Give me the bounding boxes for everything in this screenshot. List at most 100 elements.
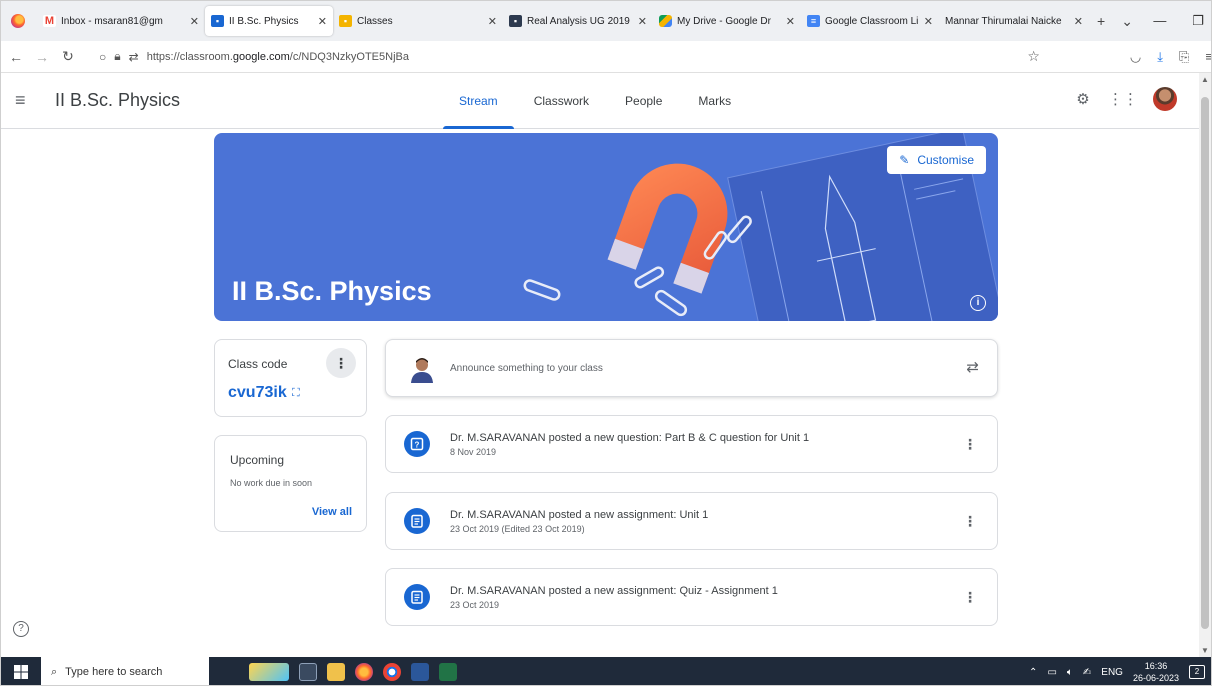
shield-icon: ○: [99, 49, 107, 64]
tab-stream[interactable]: Stream: [441, 73, 516, 129]
chrome-icon[interactable]: [383, 663, 401, 681]
language-indicator[interactable]: ENG: [1101, 667, 1123, 678]
main-menu-icon[interactable]: ≡: [15, 90, 35, 111]
gmail-icon: M: [43, 15, 56, 27]
account-avatar[interactable]: [1153, 87, 1177, 111]
help-icon[interactable]: ?: [13, 621, 29, 637]
stream-post[interactable]: Dr. M.SARAVANAN posted a new assignment:…: [385, 568, 998, 626]
url-prefix: https://classroom.: [146, 50, 233, 63]
close-tab-icon[interactable]: ✕: [638, 15, 647, 28]
class-code-card: Class code ⋮ cvu73ik ⛶: [214, 339, 367, 417]
system-tray: ⌃ ▭ 🔈︎ ✍︎ ENG 16:36 26-06-2023 2: [1029, 660, 1211, 684]
close-tab-icon[interactable]: ✕: [924, 15, 933, 28]
browser-tab-classroom-link[interactable]: ≡ Google Classroom Lin ✕: [801, 6, 939, 36]
browser-tab-strip: M Inbox - msaran81@gm ✕ ▪ II B.Sc. Physi…: [1, 1, 1211, 41]
settings-gear-icon[interactable]: ⚙: [1073, 89, 1093, 109]
docs-icon: ≡: [807, 15, 820, 27]
back-icon[interactable]: ←: [5, 49, 27, 65]
more-options-icon[interactable]: ⋮: [963, 513, 977, 530]
post-title: Dr. M.SARAVANAN posted a new question: P…: [450, 432, 810, 444]
windows-taskbar: ⌕ Type here to search ⌃ ▭ 🔈︎ ✍︎ ENG 16:3…: [1, 657, 1211, 685]
tray-chevron-icon[interactable]: ⌃: [1029, 667, 1037, 678]
announce-box[interactable]: Announce something to your class ⇄: [385, 339, 998, 397]
upcoming-title: Upcoming: [230, 453, 285, 467]
volume-icon[interactable]: 🔈︎: [1067, 667, 1073, 678]
stream-post[interactable]: ? Dr. M.SARAVANAN posted a new question:…: [385, 415, 998, 473]
tab-people[interactable]: People: [607, 73, 680, 129]
firefox-taskbar-icon[interactable]: [355, 663, 373, 681]
url-bar[interactable]: ○ 🔒︎ ⇄ https://classroom. google.com/c/ND…: [99, 45, 919, 69]
assignment-icon: [404, 508, 430, 534]
extensions-icon[interactable]: ⎘: [1179, 49, 1189, 65]
scroll-up-icon[interactable]: ▲: [1199, 75, 1211, 84]
stream-post[interactable]: Dr. M.SARAVANAN posted a new assignment:…: [385, 492, 998, 550]
classroom-icon: ▪: [509, 15, 522, 27]
pinned-app-icon[interactable]: [249, 663, 289, 681]
tab-marks[interactable]: Marks: [680, 73, 749, 129]
classroom-header: ≡ II B.Sc. Physics Stream Classwork Peop…: [1, 73, 1201, 129]
class-code-value: cvu73ik: [228, 384, 287, 401]
upcoming-card: Upcoming No work due in soon View all: [214, 435, 367, 532]
view-all-link[interactable]: View all: [312, 506, 352, 518]
info-icon[interactable]: i: [970, 295, 986, 311]
browser-tab-gmail[interactable]: M Inbox - msaran81@gm ✕: [37, 6, 205, 36]
tab-list-icon[interactable]: ⌄: [1121, 13, 1133, 30]
search-icon: ⌕: [51, 665, 58, 678]
app-menu-icon[interactable]: ≡: [1205, 49, 1211, 65]
file-explorer-icon[interactable]: [327, 663, 345, 681]
pen-icon[interactable]: ✍︎: [1083, 667, 1091, 678]
browser-tab-college[interactable]: Mannar Thirumalai Naicke ✕: [939, 6, 1089, 36]
browser-tab-real-analysis[interactable]: ▪ Real Analysis UG 2019 ✕: [503, 6, 653, 36]
page-scrollbar[interactable]: ▲ ▼: [1199, 73, 1211, 657]
close-tab-icon[interactable]: ✕: [190, 15, 199, 28]
windows-start-icon[interactable]: [1, 665, 41, 679]
upcoming-empty-text: No work due in soon: [230, 478, 313, 488]
browser-tab-drive[interactable]: My Drive - Google Dr ✕: [653, 6, 801, 36]
post-date: 23 Oct 2019: [450, 600, 500, 610]
scrollbar-thumb[interactable]: [1201, 97, 1209, 629]
classroom-icon: ▪: [339, 15, 352, 27]
apps-grid-icon[interactable]: ⋮⋮: [1108, 89, 1138, 109]
more-options-icon[interactable]: ⋮: [326, 348, 356, 378]
classroom-icon: ▪: [211, 15, 224, 27]
bookmark-star-icon[interactable]: ☆: [1027, 48, 1040, 65]
browser-nav-bar: ← → ↻ ○ 🔒︎ ⇄ https://classroom. google.co…: [1, 41, 1211, 73]
more-options-icon[interactable]: ⋮: [963, 589, 977, 606]
close-tab-icon[interactable]: ✕: [786, 15, 795, 28]
close-tab-icon[interactable]: ✕: [318, 15, 327, 28]
taskbar-clock[interactable]: 16:36 26-06-2023: [1133, 660, 1179, 684]
task-view-icon[interactable]: [299, 663, 317, 681]
more-options-icon[interactable]: ⋮: [963, 436, 977, 453]
lock-icon: 🔒︎: [114, 49, 121, 63]
excel-icon[interactable]: [439, 663, 457, 681]
word-icon[interactable]: [411, 663, 429, 681]
pencil-icon: ✎: [899, 153, 910, 167]
customise-button[interactable]: ✎ Customise: [887, 146, 986, 174]
reload-icon[interactable]: ↻: [57, 48, 79, 65]
firefox-icon[interactable]: [11, 14, 25, 28]
network-icon[interactable]: ▭: [1047, 667, 1056, 678]
class-title[interactable]: II B.Sc. Physics: [55, 90, 180, 111]
download-icon[interactable]: ⤓: [1157, 49, 1163, 65]
close-tab-icon[interactable]: ✕: [1074, 15, 1083, 28]
forward-icon[interactable]: →: [31, 49, 53, 65]
post-date: 23 Oct 2019 (Edited 23 Oct 2019): [450, 524, 585, 534]
notification-center-icon[interactable]: 2: [1189, 665, 1205, 679]
close-tab-icon[interactable]: ✕: [488, 15, 497, 28]
taskbar-search[interactable]: ⌕ Type here to search: [41, 657, 209, 685]
scroll-down-icon[interactable]: ▼: [1199, 646, 1211, 655]
url-path: /c/NDQ3NzkyOTE5NjBa: [289, 50, 409, 63]
banner-class-title: II B.Sc. Physics: [232, 276, 432, 306]
fullscreen-icon[interactable]: ⛶: [292, 387, 300, 400]
restore-icon[interactable]: ❐: [1179, 13, 1211, 29]
pocket-icon[interactable]: ◡: [1130, 49, 1141, 65]
drive-icon: [659, 15, 672, 27]
question-icon: ?: [404, 431, 430, 457]
tab-classwork[interactable]: Classwork: [516, 73, 607, 129]
new-tab-icon[interactable]: +: [1097, 13, 1105, 29]
minimize-icon[interactable]: —: [1141, 13, 1179, 29]
svg-text:?: ?: [415, 441, 420, 450]
repost-icon[interactable]: ⇄: [966, 358, 979, 376]
browser-tab-class[interactable]: ▪ II B.Sc. Physics ✕: [205, 6, 333, 36]
browser-tab-classes[interactable]: ▪ Classes ✕: [333, 6, 503, 36]
